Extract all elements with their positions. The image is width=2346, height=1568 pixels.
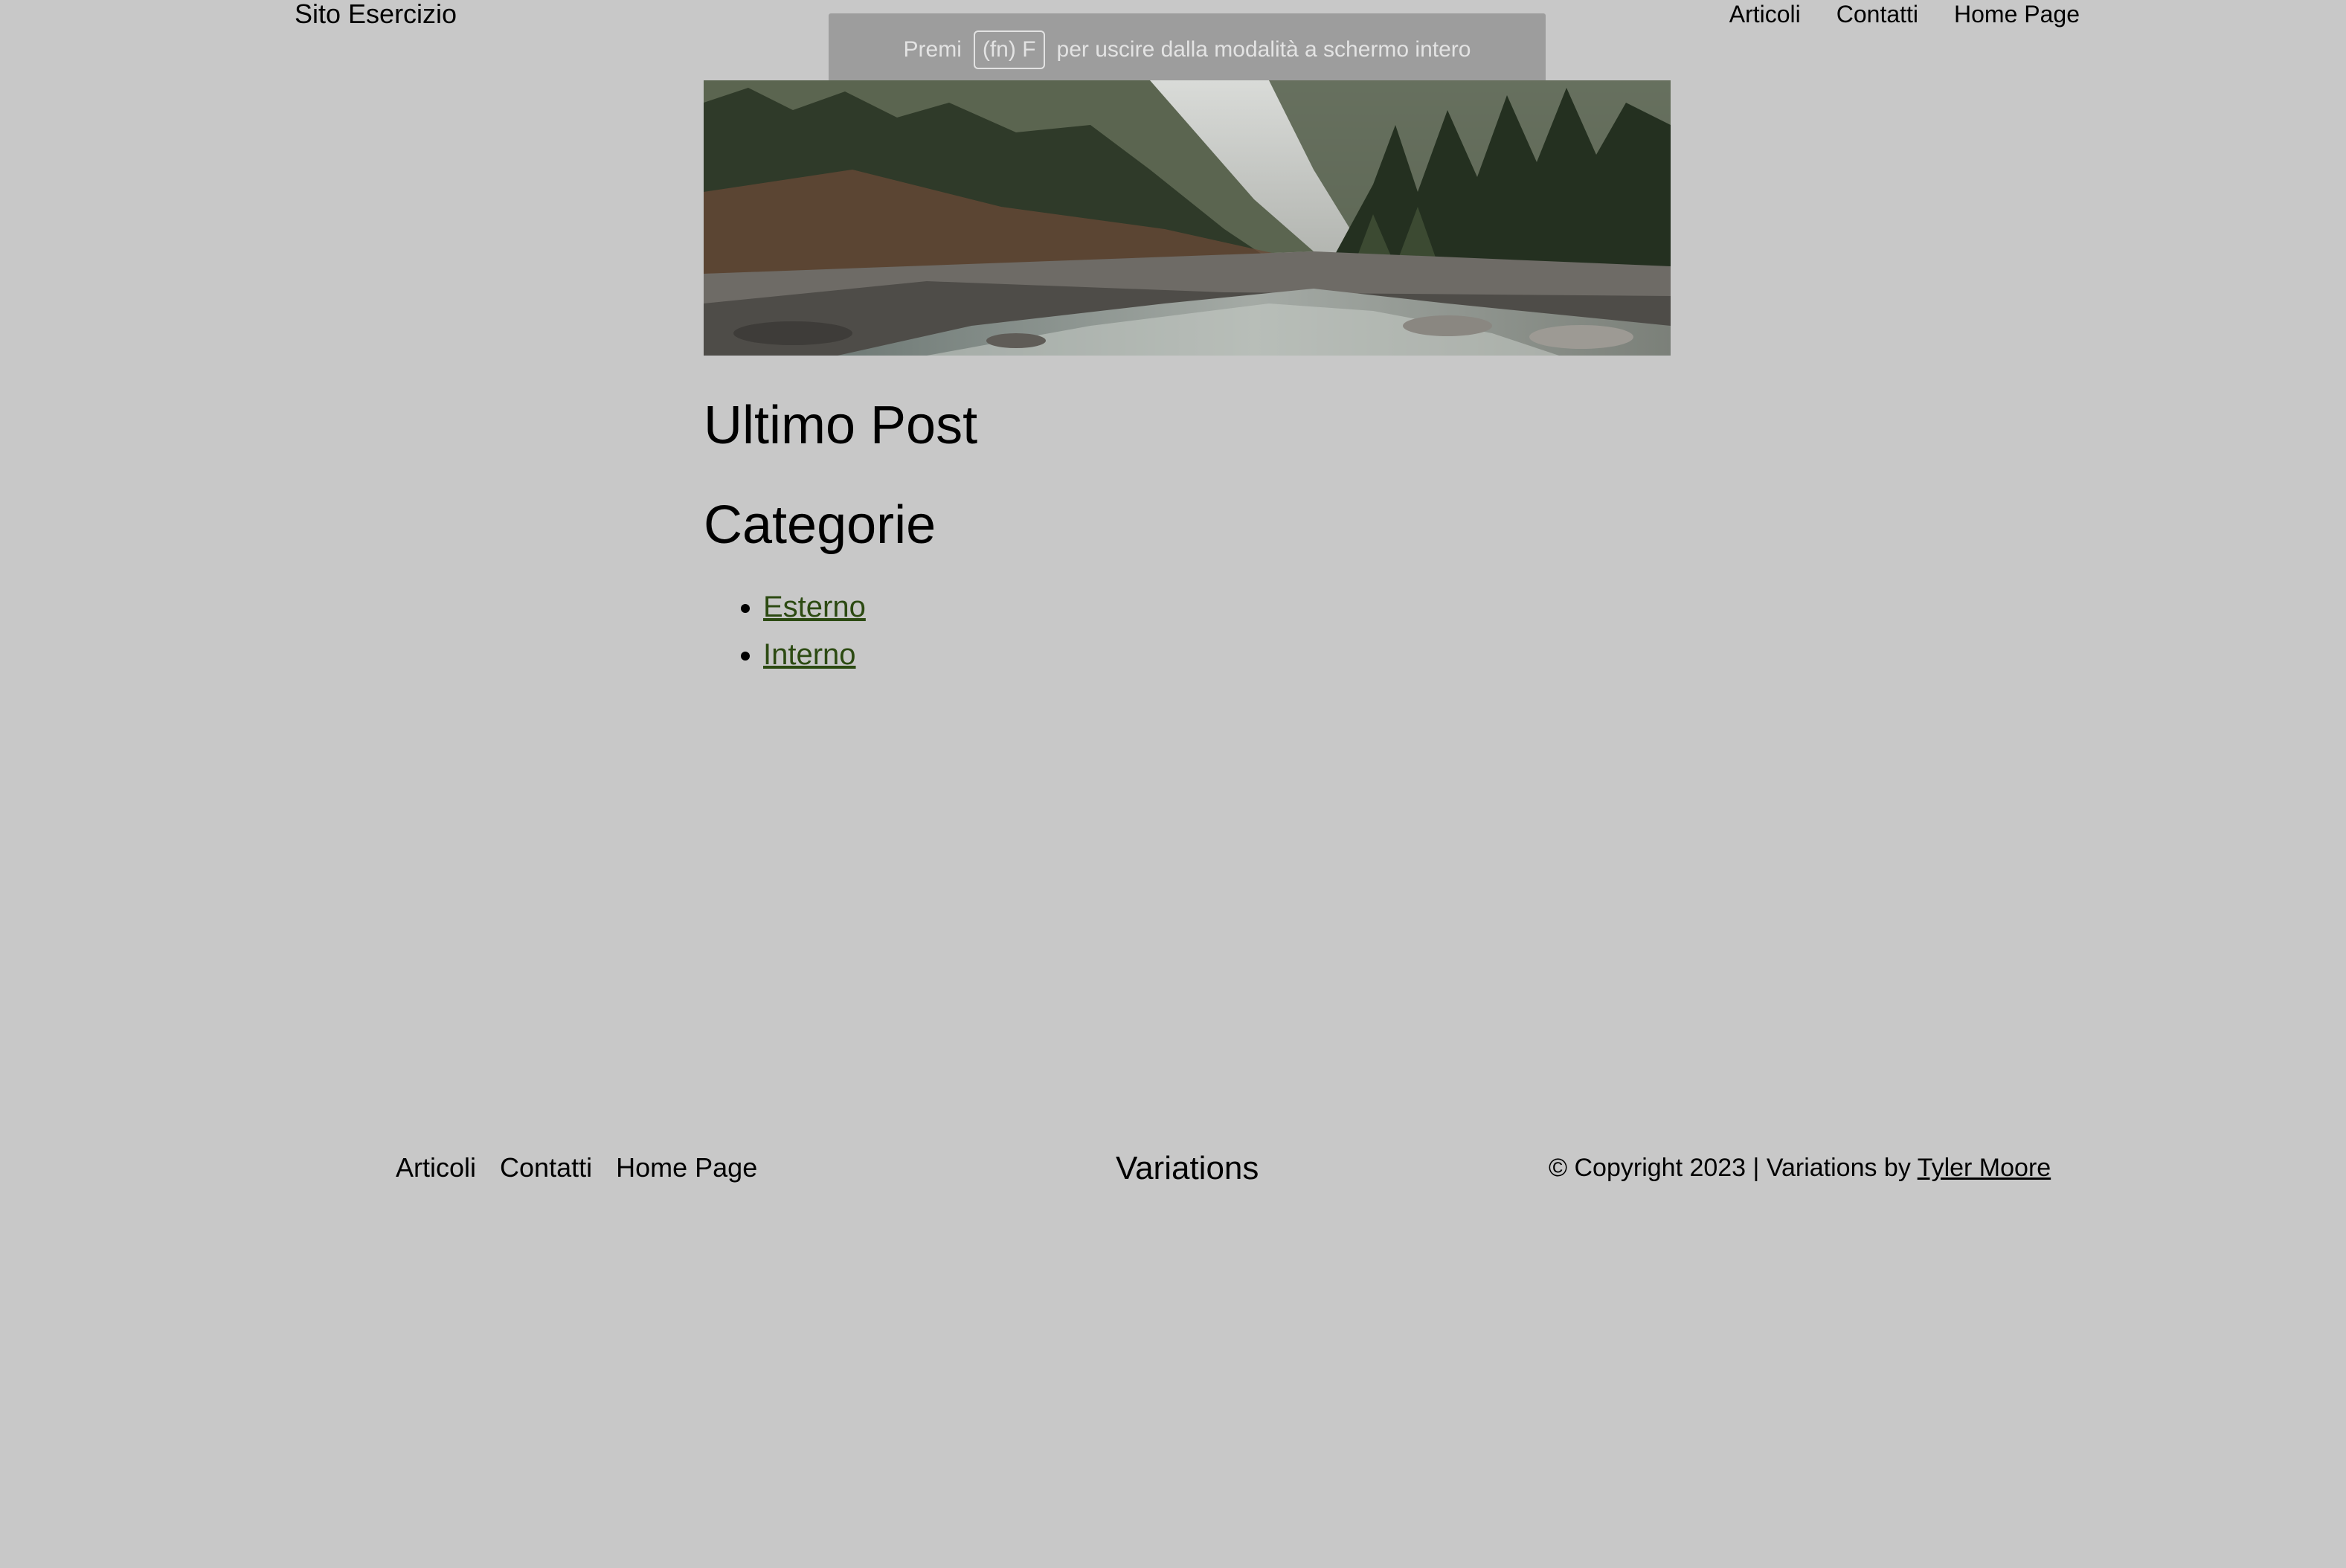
banner-prefix: Premi [903,37,962,62]
footer-nav-articoli[interactable]: Articoli [396,1151,476,1184]
main-content: Ultimo Post Categorie Esterno Interno [704,387,1671,678]
top-nav-home-page[interactable]: Home Page [1954,0,2080,28]
top-nav-contatti[interactable]: Contatti [1836,0,1918,28]
footer-nav: Articoli Contatti Home Page [396,1151,757,1184]
site-title[interactable]: Sito Esercizio [295,0,457,28]
list-item: Interno [763,631,1671,678]
top-nav-articoli[interactable]: Articoli [1729,0,1801,28]
top-nav: Articoli Contatti Home Page [1729,0,2080,28]
footer-nav-contatti[interactable]: Contatti [500,1151,592,1184]
heading-categories: Categorie [704,495,936,555]
hero-image [704,80,1671,356]
banner-suffix: per uscire dalla modalità a schermo inte… [1056,37,1471,62]
fullscreen-exit-banner: Premi (fn) F per uscire dalla modalità a… [829,13,1546,86]
category-link-esterno[interactable]: Esterno [763,591,866,623]
footer-brand: Variations [1116,1150,1259,1186]
footer-copyright: © Copyright 2023 | Variations by Tyler M… [1549,1151,2051,1184]
heading-latest-post: Ultimo Post [704,396,978,455]
copyright-text: © Copyright 2023 | Variations by [1549,1154,1918,1182]
author-link[interactable]: Tyler Moore [1918,1154,2051,1182]
list-item: Esterno [763,583,1671,631]
footer-nav-home-page[interactable]: Home Page [616,1151,757,1184]
category-link-interno[interactable]: Interno [763,638,856,671]
category-list: Esterno Interno [704,583,1671,678]
banner-key: (fn) F [973,30,1045,69]
